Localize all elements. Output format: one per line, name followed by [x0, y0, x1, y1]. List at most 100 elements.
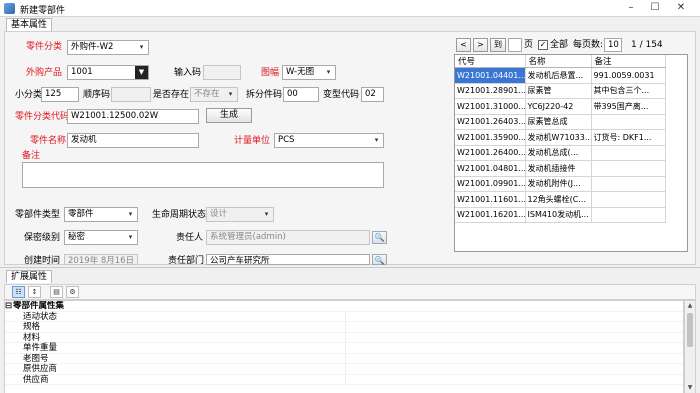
cell-name: 发动机W71033...	[525, 129, 592, 146]
seq-field[interactable]	[111, 87, 151, 102]
tab-basic[interactable]: 基本属性	[6, 18, 53, 31]
class-code-field[interactable]: W21001.12500.02W	[67, 109, 199, 124]
table-row[interactable]: W21001.26403... 尿素管总成	[455, 114, 666, 130]
cell-name: ISM410发动机...	[525, 207, 592, 223]
property-value[interactable]	[345, 311, 683, 321]
property-value[interactable]	[345, 322, 683, 332]
drawing-select[interactable]: W-无图 ▾	[282, 65, 336, 80]
property-category[interactable]: ⊟ 零部件属性集	[5, 301, 683, 312]
property-row[interactable]: 规格	[5, 322, 683, 333]
property-row[interactable]: 适动状态	[5, 311, 683, 322]
collapse-icon[interactable]: ⊟	[5, 301, 12, 312]
table-row[interactable]: W21001.04401... 发动机后悬置... 991.0059.0031	[455, 67, 666, 84]
next-page-button[interactable]: >	[473, 38, 488, 52]
generate-button[interactable]: 生成	[206, 108, 252, 123]
cell-remark	[591, 207, 666, 223]
table-row[interactable]: W21001.31000... YC6J220-42 带395国产离...	[455, 98, 666, 115]
owner-field[interactable]: 系统管理员(admin)	[206, 230, 370, 245]
exists-select[interactable]: 不存在 ▾	[190, 87, 238, 102]
tab-ext[interactable]: 扩展属性	[6, 270, 53, 283]
all-checkbox[interactable]: ✓	[538, 40, 548, 50]
table-row[interactable]: W21001.28901... 尿素管 其中包含三个...	[455, 83, 666, 99]
lookup-icon[interactable]: 🔍	[372, 231, 387, 244]
property-row[interactable]: 供应商	[5, 374, 683, 385]
secret-label: 保密级别	[24, 233, 61, 243]
outsourced-select[interactable]: 1001 ▼	[67, 65, 149, 80]
property-value[interactable]	[345, 343, 683, 353]
scroll-up-icon[interactable]: ▲	[685, 301, 695, 311]
cell-code: W21001.04801...	[455, 160, 526, 177]
lifecycle-label: 生命周期状态	[152, 210, 207, 220]
property-row[interactable]: 单件重量	[5, 343, 683, 354]
input-code-field[interactable]	[203, 65, 241, 80]
table-row[interactable]: W21001.35900... 发动机W71033... 订货号: DKF1...	[455, 129, 666, 146]
grid-header-code[interactable]: 代号	[455, 55, 526, 68]
unit-select[interactable]: PCS ▾	[274, 133, 384, 148]
table-row[interactable]: W21001.04801... 发动机插接件	[455, 160, 666, 177]
per-page-field[interactable]: 10	[604, 38, 622, 52]
property-pages-icon[interactable]: ▤	[50, 286, 63, 298]
created-field[interactable]: 2019年 8月16日	[64, 254, 138, 265]
property-value[interactable]	[345, 353, 683, 363]
dept-field[interactable]: 公司产车研究所	[206, 254, 370, 265]
split-label: 拆分件码	[246, 90, 283, 100]
table-row[interactable]: W21001.26400... 发动机总成(...	[455, 145, 666, 161]
table-row[interactable]: W21001.16201... ISM410发动机...	[455, 207, 666, 223]
chevron-down-icon: ▾	[139, 43, 144, 51]
secret-select[interactable]: 秘密 ▾	[64, 230, 138, 245]
all-label: 全部	[550, 40, 569, 50]
lifecycle-select[interactable]: 设计 ▾	[206, 207, 274, 222]
property-row[interactable]: 老图号	[5, 353, 683, 364]
grid-header-name[interactable]: 名称	[525, 55, 592, 68]
grid-header-remark[interactable]: 备注	[591, 55, 666, 68]
page-input[interactable]	[508, 38, 522, 52]
cell-code: W21001.26400...	[455, 145, 526, 161]
property-row[interactable]: 原供应商	[5, 364, 683, 375]
properties-icon[interactable]: ⚙	[66, 286, 79, 298]
owner-label: 责任人	[176, 233, 204, 243]
property-toolbar: ☷ ↕ ▤ ⚙	[4, 284, 696, 300]
property-row[interactable]: 材料	[5, 332, 683, 343]
part-name-field[interactable]: 发动机	[67, 133, 199, 148]
variant-field[interactable]: 02	[361, 87, 384, 102]
sort-alpha-icon[interactable]: ↕	[28, 286, 41, 298]
title-bar: 新建零部件 – ☐ ✕	[0, 0, 700, 17]
property-value[interactable]	[345, 374, 683, 384]
maximize-button[interactable]: ☐	[645, 1, 665, 15]
minimize-button[interactable]: –	[621, 1, 641, 15]
goto-page-button[interactable]: 到	[490, 38, 506, 52]
cell-name: YC6J220-42	[525, 98, 592, 115]
categorized-icon[interactable]: ☷	[12, 286, 25, 298]
cell-code: W21001.28901...	[455, 83, 526, 99]
split-field[interactable]: 00	[283, 87, 319, 102]
cell-remark	[591, 191, 666, 208]
chevron-down-icon: ▾	[374, 136, 379, 144]
property-value[interactable]	[345, 332, 683, 342]
subclass-field[interactable]: 125	[41, 87, 79, 102]
seq-label: 顺序码	[83, 90, 111, 100]
lookup-icon[interactable]: 🔍	[372, 254, 387, 265]
property-name: 老图号	[23, 353, 49, 364]
table-row[interactable]: W21001.11601... 12角头螺栓(C...	[455, 191, 666, 208]
remark-textarea[interactable]	[22, 162, 384, 188]
close-button[interactable]: ✕	[671, 1, 691, 15]
scroll-down-icon[interactable]: ▼	[685, 383, 695, 393]
chevron-down-icon: ▾	[128, 233, 133, 241]
part-category-select[interactable]: 外购件-W2 ▾	[67, 40, 149, 55]
outsourced-value: 1001	[71, 67, 93, 77]
prev-page-button[interactable]: <	[456, 38, 471, 52]
chevron-down-icon: ▾	[128, 210, 133, 218]
property-value[interactable]	[345, 364, 683, 374]
chevron-down-icon: ▼	[135, 66, 148, 79]
type-select[interactable]: 零部件 ▾	[64, 207, 138, 222]
input-code-label: 输入码	[174, 68, 202, 78]
part-category-value: 外购件-W2	[71, 42, 114, 52]
property-name: 适动状态	[23, 311, 58, 322]
table-row[interactable]: W21001.09901... 发动机附件(J...	[455, 176, 666, 192]
grid-header-row: 代号 名称 备注	[455, 55, 666, 68]
cell-remark: 991.0059.0031	[591, 67, 666, 84]
secret-value: 秘密	[68, 232, 86, 242]
cell-name: 发动机后悬置...	[525, 67, 592, 84]
scroll-thumb[interactable]	[687, 313, 693, 347]
property-scrollbar[interactable]: ▲ ▼	[684, 300, 696, 393]
